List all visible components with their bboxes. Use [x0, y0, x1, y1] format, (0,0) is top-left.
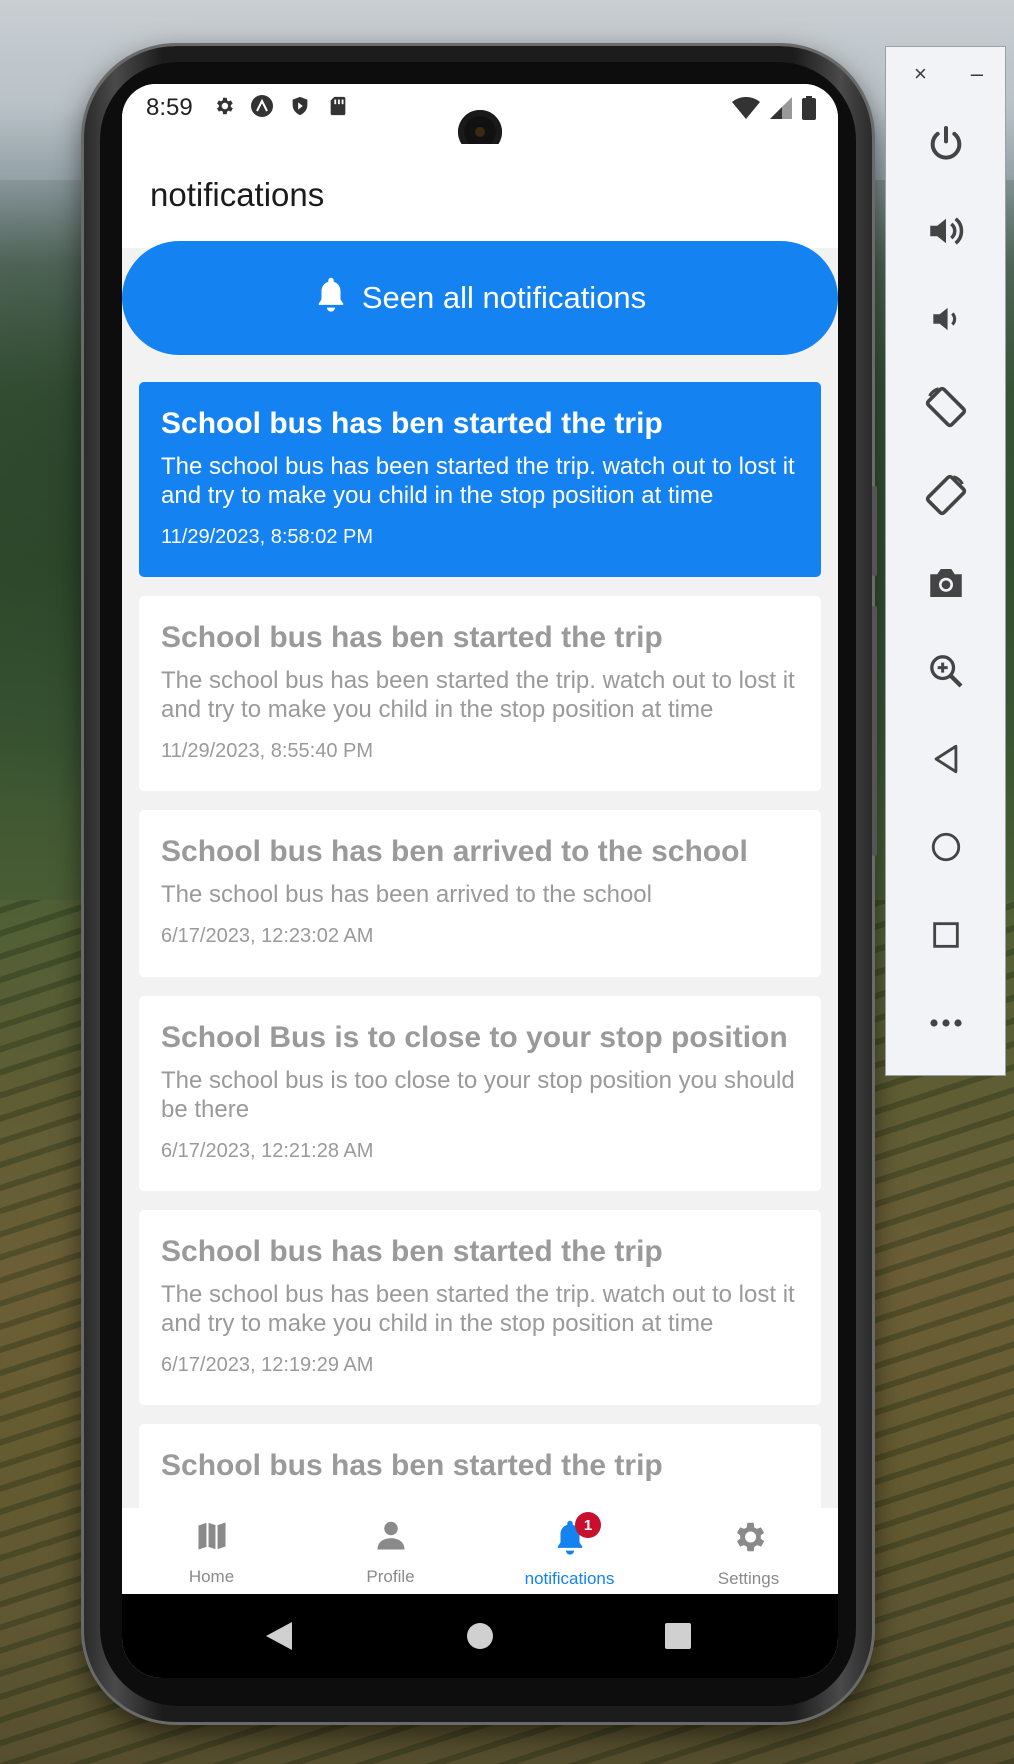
nav-label: notifications: [524, 1569, 615, 1588]
back-icon[interactable]: [916, 729, 976, 789]
nav-home[interactable]: Home: [122, 1508, 301, 1594]
emulator-toolbar: × –: [885, 46, 1006, 1076]
phone-side-button: [872, 606, 877, 856]
notification-title: School bus has ben arrived to the school: [161, 835, 748, 868]
home-icon[interactable]: [466, 1622, 494, 1655]
nav-profile[interactable]: Profile: [301, 1508, 480, 1594]
app-status-icon: [250, 94, 274, 118]
back-icon[interactable]: [266, 1622, 292, 1655]
notification-date: 11/29/2023, 8:58:02 PM: [161, 526, 374, 548]
seen-all-notifications-button[interactable]: Seen all notifications: [122, 241, 838, 355]
map-icon: [194, 1518, 230, 1559]
notification-card[interactable]: School bus has ben started the trip The …: [139, 1210, 821, 1405]
notification-body: The school bus has been started the trip…: [161, 1281, 795, 1337]
system-navigation-bar: [122, 1594, 838, 1678]
shield-status-icon: [288, 94, 312, 118]
gear-icon: [730, 1518, 768, 1561]
sd-card-status-icon: [326, 94, 350, 118]
notification-body: The school bus has been started the trip…: [161, 453, 795, 509]
seen-all-label: Seen all notifications: [361, 280, 647, 315]
phone-side-button: [872, 486, 877, 576]
notification-title: School Bus is to close to your stop posi…: [161, 1021, 788, 1054]
notification-date: 6/17/2023, 12:19:29 AM: [161, 1354, 374, 1376]
bottom-navigation: Home Profile 1 notifications Settings: [122, 1508, 838, 1594]
notification-date: 6/17/2023, 12:21:28 AM: [161, 1140, 374, 1162]
notification-date: 6/17/2023, 12:23:02 AM: [161, 925, 374, 947]
notification-card[interactable]: School bus has ben started the trip The …: [139, 596, 821, 791]
overview-icon[interactable]: [664, 1622, 692, 1655]
battery-icon: [802, 96, 816, 125]
notification-title: School bus has ben started the trip: [161, 621, 663, 654]
nav-settings[interactable]: Settings: [659, 1508, 838, 1594]
notification-card[interactable]: School bus has ben arrived to the school…: [139, 810, 821, 977]
nav-label: Settings: [717, 1569, 780, 1588]
page-title: notifications: [150, 176, 325, 213]
power-icon[interactable]: [916, 113, 976, 173]
notification-card[interactable]: School Bus is to close to your stop posi…: [139, 996, 821, 1191]
notification-title: School bus has ben started the trip: [161, 1235, 663, 1268]
notification-date: 11/29/2023, 8:55:40 PM: [161, 740, 374, 762]
notification-card[interactable]: School bus has ben started the trip The …: [139, 382, 821, 577]
notification-title: School bus has ben started the trip: [161, 407, 663, 440]
nav-label: Profile: [366, 1567, 415, 1586]
minimize-icon[interactable]: –: [971, 61, 983, 91]
home-icon[interactable]: [916, 817, 976, 877]
notification-title: School bus has ben started the trip: [161, 1449, 663, 1482]
more-icon[interactable]: [916, 993, 976, 1053]
notification-body: The school bus has been arrived to the s…: [161, 881, 652, 908]
close-icon[interactable]: ×: [914, 61, 927, 91]
camera-icon[interactable]: [916, 553, 976, 613]
rotate-right-icon[interactable]: [916, 465, 976, 525]
notification-body: The school bus has been started the trip…: [161, 667, 795, 723]
zoom-icon[interactable]: [916, 641, 976, 701]
rotate-left-icon[interactable]: [916, 377, 976, 437]
volume-up-icon[interactable]: [916, 201, 976, 261]
bell-icon: [314, 275, 348, 321]
wifi-icon: [732, 96, 760, 124]
volume-down-icon[interactable]: [916, 289, 976, 349]
notification-body: The school bus is too close to your stop…: [161, 1067, 795, 1123]
notification-count-badge: 1: [575, 1512, 601, 1538]
person-icon: [373, 1518, 409, 1559]
status-time: 8:59: [146, 94, 193, 121]
app-header: notifications: [122, 144, 838, 248]
nav-notifications[interactable]: 1 notifications: [480, 1508, 659, 1594]
settings-status-icon: [212, 94, 236, 118]
overview-icon[interactable]: [916, 905, 976, 965]
nav-label: Home: [188, 1567, 235, 1586]
signal-icon: [770, 97, 792, 124]
phone-screen: 8:59 notifications Seen all notification…: [122, 84, 838, 1678]
